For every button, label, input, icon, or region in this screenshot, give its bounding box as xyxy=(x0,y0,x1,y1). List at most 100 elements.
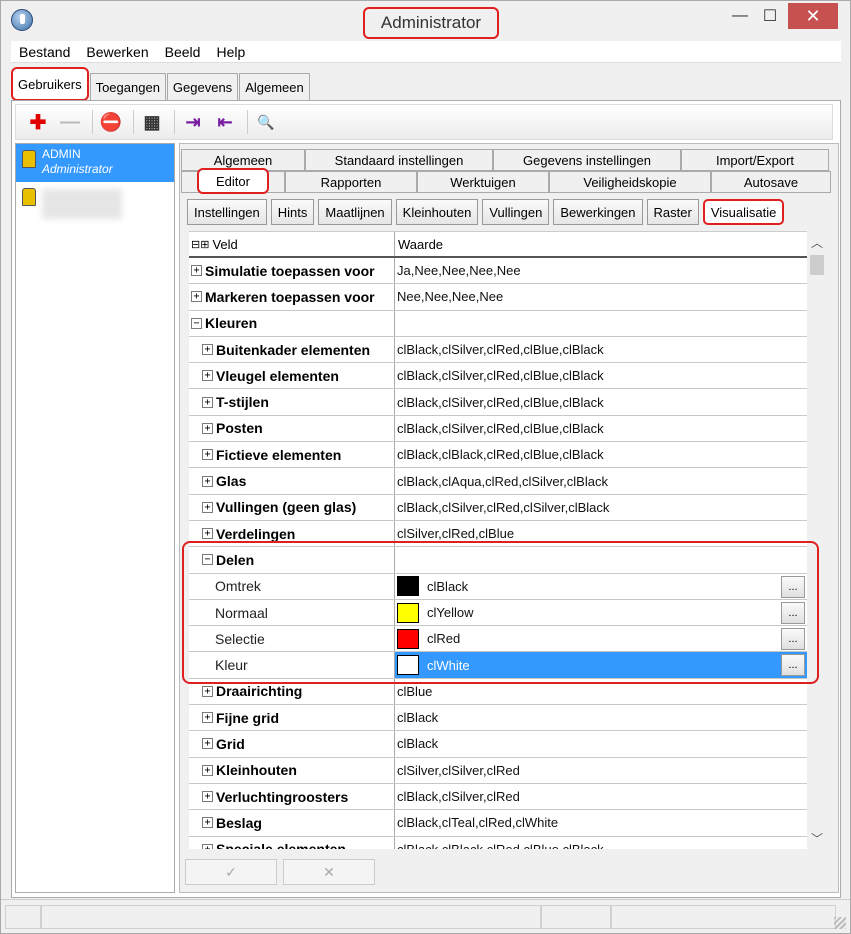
export-icon[interactable]: ⇤ xyxy=(211,108,239,136)
grid-row[interactable]: + Vullingen (geen glas) clBlack,clSilver,c… xyxy=(189,494,807,521)
grid-value[interactable]: clSilver,clRed,clBlue xyxy=(395,521,807,546)
grid-row[interactable]: + Markeren toepassen voor Nee,Nee,Nee,Nee xyxy=(189,284,807,311)
subtab-vullingen[interactable]: Vullingen xyxy=(482,199,550,225)
grid-row[interactable]: Kleur clWhite... xyxy=(189,652,807,679)
expand-icon[interactable]: + xyxy=(202,712,213,724)
tab-import-export[interactable]: Import/Export xyxy=(681,149,829,171)
grid-value[interactable]: clYellow xyxy=(395,600,807,625)
user-item-admin[interactable]: ADMIN Administrator xyxy=(16,144,174,182)
grid-field[interactable]: + Verdelingen xyxy=(189,520,395,547)
tab-autosave[interactable]: Autosave xyxy=(711,171,831,193)
grid-row[interactable]: + Draairichting clBlue xyxy=(189,678,807,706)
grid-field[interactable]: Selectie xyxy=(189,626,395,652)
tab-veiligheidskopie[interactable]: Veiligheidskopie xyxy=(549,171,711,193)
expand-icon[interactable]: + xyxy=(202,396,213,408)
grid-row[interactable]: + Kleinhouten clSilver,clSilver,clRed xyxy=(189,757,807,784)
grid-row[interactable]: + Buitenkader elementen clBlack,clSilver,c… xyxy=(189,336,807,364)
expand-icon[interactable]: + xyxy=(202,422,213,434)
grid-value[interactable]: clBlue xyxy=(395,679,807,704)
user-item-redacted[interactable] xyxy=(16,182,174,220)
import-icon[interactable]: ⇥ xyxy=(179,108,207,136)
grid-row[interactable]: Selectie clRed... xyxy=(189,626,807,653)
grid-field[interactable]: + Grid xyxy=(189,731,395,757)
grid-value[interactable]: clBlack,clBlack,clRed,clBlue,clBlack xyxy=(395,442,807,467)
tab-rapporten[interactable]: Rapporten xyxy=(285,171,417,193)
grid-row[interactable]: − Delen xyxy=(189,547,807,574)
expand-icon[interactable]: + xyxy=(202,791,213,803)
grid-field[interactable]: + Posten xyxy=(189,415,395,442)
grid-row[interactable]: + Glas clBlack,clAqua,clRed,clSilver,clBla… xyxy=(189,468,807,495)
color-picker-button[interactable]: ... xyxy=(781,628,805,651)
add-icon[interactable]: ✚ xyxy=(24,108,52,136)
grid-field[interactable]: + Buitenkader elementen xyxy=(189,336,395,363)
grid-field[interactable]: + Fictieve elementen xyxy=(189,442,395,468)
subtab-bewerkingen[interactable]: Bewerkingen xyxy=(553,199,643,225)
grid-field[interactable]: +Speciale elementen xyxy=(189,836,395,849)
expand-icon[interactable]: + xyxy=(202,817,213,829)
grid-field[interactable]: + T-stijlen xyxy=(189,389,395,415)
grid-value[interactable]: clBlack,clBlack,clRed,clBlue,clBlack xyxy=(395,837,807,849)
grid-row[interactable]: + Simulatie toepassen voor Ja,Nee,Nee,Nee,… xyxy=(189,258,807,285)
subtab-hints[interactable]: Hints xyxy=(270,199,315,225)
grid-row[interactable]: + Verluchtingroosters clBlack,clSilver,clR… xyxy=(189,783,807,811)
remove-icon[interactable]: — xyxy=(56,108,84,136)
grid-row[interactable]: + Posten clBlack,clSilver,clRed,clBlue,clB… xyxy=(189,415,807,443)
grid-field[interactable]: + Simulatie toepassen voor xyxy=(189,258,395,284)
tab-algemeen[interactable]: Algemeen xyxy=(239,73,310,101)
grid-value[interactable]: clBlack,clAqua,clRed,clSilver,clBlack xyxy=(395,468,807,493)
expand-icon[interactable]: + xyxy=(202,738,213,750)
grid-row[interactable]: − Kleuren xyxy=(189,310,807,337)
grid-row[interactable]: + Fictieve elementen clBlack,clBlack,clRed… xyxy=(189,442,807,469)
vertical-scrollbar[interactable]: ︿ ﹀ xyxy=(807,231,827,849)
maximize-button[interactable]: ☐ xyxy=(755,3,785,29)
expand-icon[interactable]: + xyxy=(202,501,213,513)
menu-beeld[interactable]: Beeld xyxy=(157,44,209,60)
grid-row[interactable]: Normaal clYellow... xyxy=(189,599,807,627)
scroll-down-icon[interactable]: ﹀ xyxy=(807,829,827,847)
color-picker-button[interactable]: ... xyxy=(781,601,805,624)
grid-field[interactable]: + Fijne grid xyxy=(189,705,395,731)
color-picker-button[interactable]: ... xyxy=(781,575,805,598)
grid-value[interactable]: clBlack xyxy=(395,731,807,756)
grid-field[interactable]: + Verluchtingroosters xyxy=(189,783,395,810)
close-button[interactable]: ✕ xyxy=(788,3,838,29)
color-picker-button[interactable]: ... xyxy=(781,654,805,677)
tab-editor[interactable]: Editor xyxy=(197,168,269,194)
grid-value[interactable]: clBlack,clSilver,clRed xyxy=(395,784,807,809)
subtab-raster[interactable]: Raster xyxy=(646,199,699,225)
expand-icon[interactable]: + xyxy=(202,344,213,356)
expand-icon[interactable]: + xyxy=(191,265,202,277)
grid-row[interactable]: + Grid clBlack xyxy=(189,731,807,758)
grid-value[interactable]: clRed xyxy=(395,626,807,651)
tab-standaard-instellingen[interactable]: Standaard instellingen xyxy=(305,149,493,171)
grid-row[interactable]: + Vleugel elementen clBlack,clSilver,clRed… xyxy=(189,363,807,390)
expand-collapse-all-icon[interactable]: ⊟⊞ xyxy=(191,238,209,251)
grid-field[interactable]: Omtrek xyxy=(189,573,395,599)
expand-icon[interactable]: + xyxy=(202,370,213,382)
tab-gegevens-instellingen[interactable]: Gegevens instellingen xyxy=(493,149,681,171)
grid-value[interactable]: clBlack xyxy=(395,574,807,599)
expand-icon[interactable]: + xyxy=(202,475,213,487)
expand-icon[interactable]: + xyxy=(191,291,202,303)
header-waarde[interactable]: Waarde xyxy=(395,237,443,252)
grid-field[interactable]: + Beslag xyxy=(189,810,395,836)
menu-bestand[interactable]: Bestand xyxy=(11,44,78,60)
grid-field[interactable]: − Delen xyxy=(189,547,395,573)
properties-icon[interactable]: ▦ xyxy=(138,108,166,136)
grid-value[interactable]: clWhite xyxy=(395,652,807,678)
confirm-button[interactable]: ✓ xyxy=(185,859,277,885)
cancel-button[interactable]: ✕ xyxy=(283,859,375,885)
expand-icon[interactable]: + xyxy=(202,843,213,849)
expand-icon[interactable]: + xyxy=(202,685,213,697)
menu-bewerken[interactable]: Bewerken xyxy=(78,44,156,60)
subtab-instellingen[interactable]: Instellingen xyxy=(187,199,267,225)
grid-row[interactable]: Omtrek clBlack... xyxy=(189,573,807,600)
grid-row[interactable]: + T-stijlen clBlack,clSilver,clRed,clBlue,… xyxy=(189,389,807,416)
minimize-button[interactable]: — xyxy=(725,3,755,29)
grid-value[interactable]: clBlack,clSilver,clRed,clBlue,clBlack xyxy=(395,363,807,388)
grid-field[interactable]: Kleur xyxy=(189,652,395,678)
grid-value[interactable]: clBlack,clTeal,clRed,clWhite xyxy=(395,810,807,835)
search-icon[interactable]: 🔍 xyxy=(252,108,280,136)
scroll-up-icon[interactable]: ︿ xyxy=(807,233,827,251)
grid-value[interactable] xyxy=(395,311,807,336)
